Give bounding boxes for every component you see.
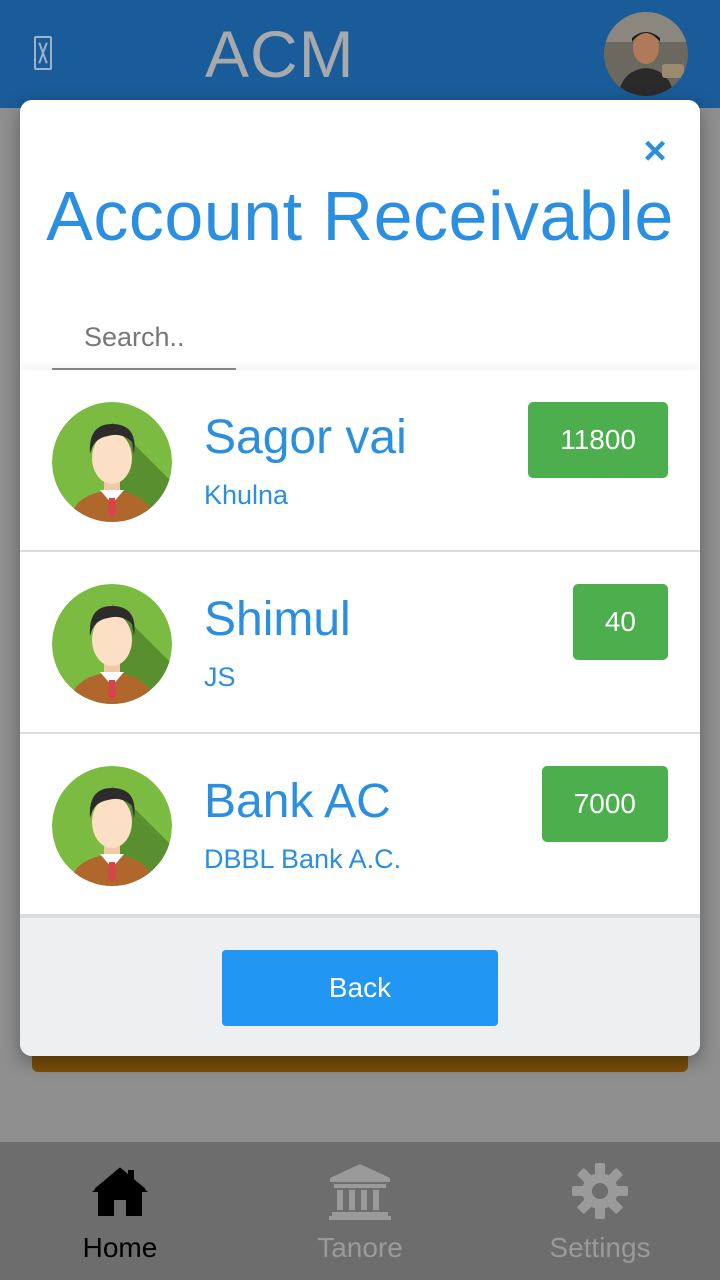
bank-icon (329, 1164, 391, 1220)
person-avatar-icon (52, 402, 172, 522)
nav-label-settings: Settings (549, 1232, 651, 1263)
menu-icon[interactable] (34, 36, 52, 70)
nav-label-tanore: Tanore (317, 1232, 403, 1263)
nav-item-home[interactable]: Home (0, 1142, 240, 1280)
list-item[interactable]: Bank AC DBBL Bank A.C. 7000 (20, 734, 700, 916)
list-item[interactable]: Sagor vai Khulna 11800 (20, 370, 700, 552)
amount-badge: 40 (572, 584, 668, 660)
profile-avatar[interactable] (604, 12, 688, 96)
app-title: ACM (205, 17, 355, 91)
account-subtitle: DBBL Bank A.C. (204, 844, 402, 874)
account-name: Sagor vai (204, 411, 407, 464)
account-list: Sagor vai Khulna 11800 Shimul JS 40 Bank… (20, 370, 700, 916)
modal-title: Account Receivable (46, 177, 674, 255)
account-subtitle: JS (204, 662, 236, 692)
app-header: ACM (0, 0, 720, 108)
gear-icon (572, 1163, 628, 1219)
person-avatar-icon (52, 584, 172, 704)
back-button[interactable]: Back (222, 950, 498, 1026)
nav-item-tanore[interactable]: Tanore (240, 1142, 480, 1280)
account-name: Bank AC (204, 775, 391, 828)
amount-badge: 11800 (528, 402, 668, 478)
nav-item-settings[interactable]: Settings (480, 1142, 720, 1280)
account-name: Shimul (204, 593, 351, 646)
bottom-nav: Home Tanore Settings (0, 1142, 720, 1280)
nav-label-home: Home (82, 1232, 158, 1263)
person-avatar-icon (52, 766, 172, 886)
close-button[interactable]: × (640, 131, 670, 171)
list-item[interactable]: Shimul JS 40 (20, 552, 700, 734)
home-icon (92, 1167, 148, 1216)
modal-footer: Back (20, 916, 700, 1056)
account-subtitle: Khulna (204, 480, 289, 510)
search-input[interactable] (52, 306, 236, 370)
account-receivable-modal: × Account Receivable Sagor vai Khulna (20, 100, 700, 1056)
amount-badge: 7000 (541, 766, 668, 842)
